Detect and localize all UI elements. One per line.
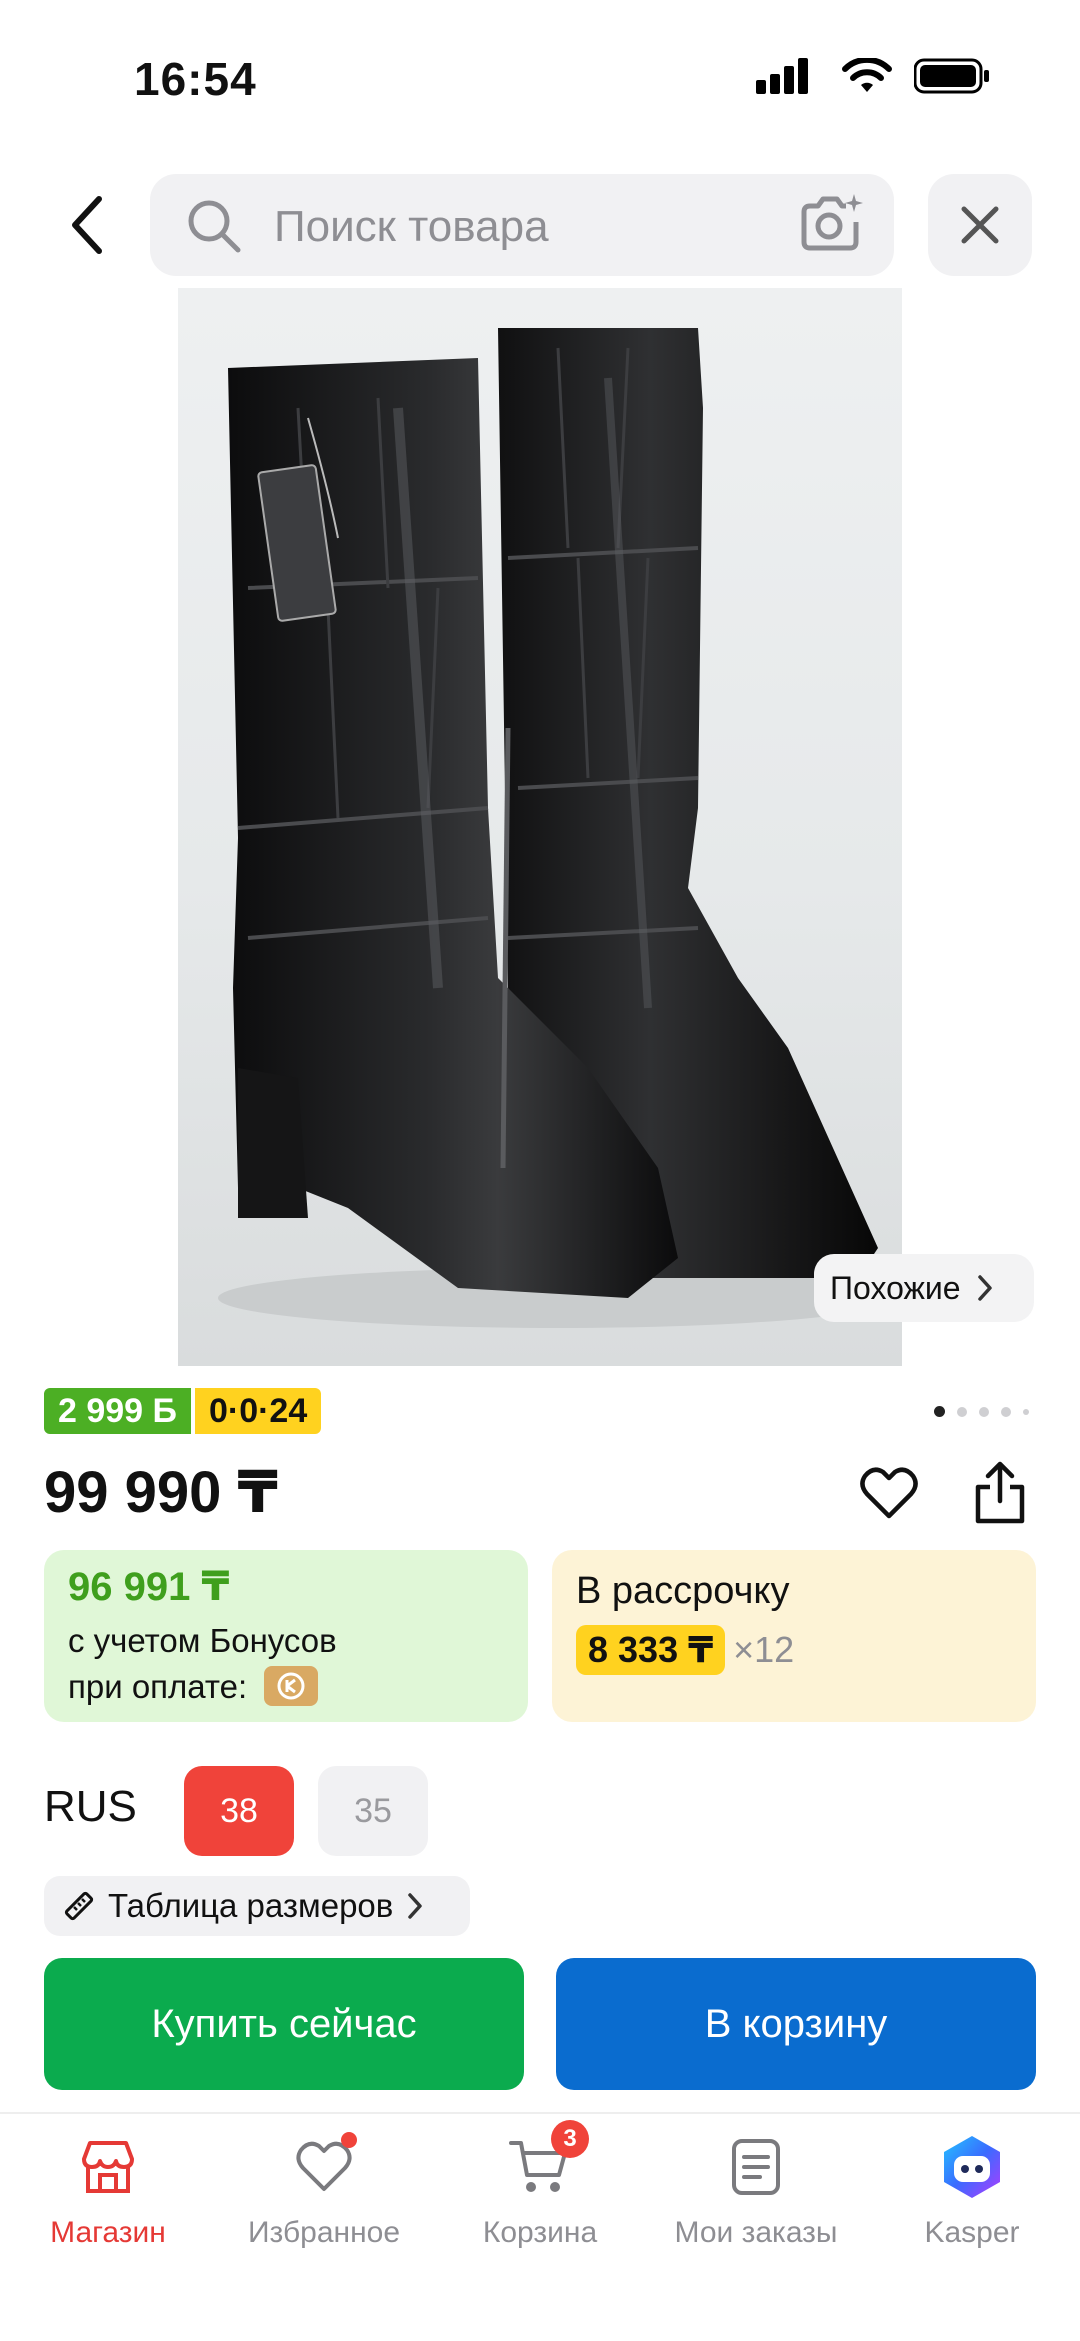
- similar-label: Похожие: [830, 1269, 961, 1306]
- heart-icon: [860, 1467, 918, 1519]
- share-button[interactable]: [966, 1458, 1034, 1528]
- bonus-line-1: с учетом Бонусов: [68, 1622, 337, 1659]
- ruler-icon: [64, 1891, 94, 1921]
- gallery-dot: [957, 1406, 967, 1417]
- nav-item-favorites[interactable]: Избранное: [216, 2132, 432, 2250]
- nav-label: Корзина: [482, 2216, 598, 2249]
- battery-icon: [913, 58, 990, 99]
- search-icon: [188, 200, 241, 253]
- orders-icon: [721, 2132, 791, 2202]
- chevron-right-icon: [977, 1275, 992, 1301]
- size-option-35[interactable]: 35: [318, 1766, 428, 1856]
- size-option-38[interactable]: 38: [184, 1766, 294, 1856]
- cart-count-badge: 3: [551, 2120, 589, 2158]
- notification-dot: [341, 2132, 357, 2148]
- signal-icon: [756, 58, 820, 99]
- status-icons: [756, 56, 990, 99]
- nav-label: Kasper: [924, 2216, 1020, 2249]
- nav-label: Магазин: [50, 2216, 166, 2249]
- payment-method-icon: [264, 1666, 319, 1707]
- search-input[interactable]: Поиск товара: [150, 174, 894, 276]
- gallery-dot: [1001, 1406, 1011, 1417]
- product-price: 99 990 ₸: [44, 1460, 278, 1525]
- size-table-button[interactable]: Таблица размеров: [44, 1876, 470, 1936]
- promo-badges: 2 999 Б 0·0·24: [44, 1388, 322, 1434]
- gallery-dot: [979, 1406, 989, 1417]
- buy-now-button[interactable]: Купить сейчас: [44, 1958, 524, 2090]
- bonus-badge: 2 999 Б: [44, 1388, 191, 1434]
- size-table-label: Таблица размеров: [108, 1887, 394, 1924]
- gallery-dot: [1023, 1408, 1029, 1415]
- cart-icon: 3: [505, 2120, 589, 2202]
- nav-label: Мои заказы: [674, 2216, 838, 2249]
- nav-item-cart[interactable]: 3 Корзина: [432, 2120, 648, 2250]
- nav-item-orders[interactable]: Мои заказы: [648, 2132, 864, 2250]
- close-icon: [961, 206, 999, 244]
- search-placeholder: Поиск товара: [274, 202, 549, 251]
- installment-row: 8 333 ₸ ×12: [576, 1625, 1012, 1675]
- status-time: 16:54: [134, 53, 257, 105]
- similar-button[interactable]: Похожие: [814, 1254, 1034, 1322]
- nav-label: Избранное: [247, 2216, 401, 2249]
- size-system-label: RUS: [44, 1782, 137, 1831]
- chevron-right-icon: [408, 1893, 423, 1919]
- product-image[interactable]: [178, 288, 902, 1366]
- top-bar: Поиск товара: [0, 172, 1080, 278]
- bonus-line-2: при оплате:: [68, 1668, 248, 1705]
- wifi-icon: [842, 56, 892, 99]
- share-icon: [975, 1461, 1025, 1524]
- installment-badge: 0·0·24: [194, 1388, 322, 1434]
- bottom-nav: Магазин Избранное 3 Корзина Мои заказы K…: [0, 2112, 1080, 2341]
- close-button[interactable]: [928, 174, 1032, 276]
- gallery-dot: [934, 1406, 945, 1417]
- camera-search-icon[interactable]: [798, 192, 864, 256]
- bonus-price: 96 991 ₸: [68, 1565, 230, 1609]
- shop-icon: [73, 2132, 143, 2202]
- status-bar: 16:54: [0, 0, 1080, 150]
- boots-photo: [218, 328, 898, 1328]
- chevron-left-icon: [72, 196, 102, 254]
- gallery-pagination: [934, 1406, 1029, 1417]
- installment-title: В рассрочку: [576, 1570, 790, 1612]
- back-button[interactable]: [52, 190, 122, 260]
- installment-term: ×12: [733, 1629, 795, 1670]
- bonus-description: с учетом Бонусов при оплате:: [68, 1618, 504, 1710]
- nav-item-shop[interactable]: Магазин: [0, 2132, 216, 2250]
- favorite-button[interactable]: [856, 1460, 922, 1526]
- heart-icon: [289, 2132, 359, 2202]
- installment-amount: 8 333 ₸: [576, 1625, 726, 1675]
- installment-card[interactable]: В рассрочку 8 333 ₸ ×12: [552, 1550, 1036, 1722]
- nav-item-kasper[interactable]: Kasper: [864, 2132, 1080, 2250]
- bonus-line-2-row: при оплате:: [68, 1664, 504, 1710]
- kasper-icon: [937, 2132, 1007, 2202]
- add-to-cart-button[interactable]: В корзину: [556, 1958, 1036, 2090]
- bonus-price-card[interactable]: 96 991 ₸ с учетом Бонусов при оплате:: [44, 1550, 528, 1722]
